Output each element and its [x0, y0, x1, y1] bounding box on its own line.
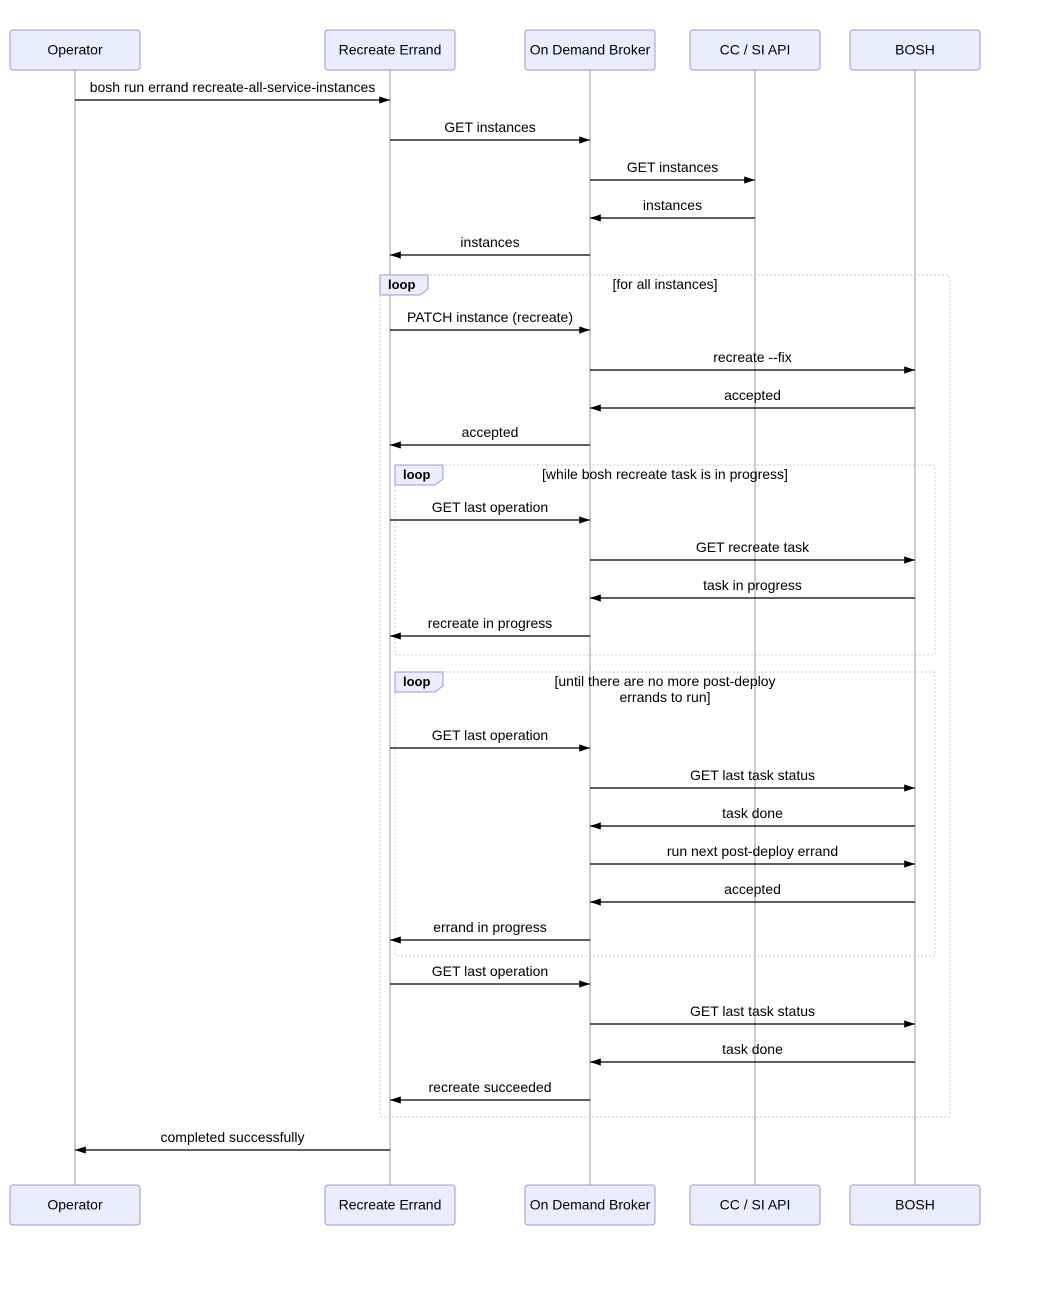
loop-frame-2 — [395, 672, 935, 956]
loop-label-1: loop — [403, 467, 430, 482]
message-label-21: task done — [722, 1041, 783, 1057]
participant-label-bosh: BOSH — [895, 42, 935, 58]
message-label-23: completed successfully — [161, 1129, 305, 1145]
participant-label-operator: Operator — [47, 1197, 103, 1213]
message-label-15: task done — [722, 805, 783, 821]
participant-label-errand: Recreate Errand — [339, 1197, 442, 1213]
message-label-12: recreate in progress — [428, 615, 553, 631]
loop-condition-2-0: [until there are no more post-deploy — [554, 673, 775, 689]
message-label-22: recreate succeeded — [429, 1079, 552, 1095]
message-label-2: GET instances — [627, 159, 719, 175]
participant-label-bosh: BOSH — [895, 1197, 935, 1213]
message-label-5: PATCH instance (recreate) — [407, 309, 573, 325]
message-label-3: instances — [643, 197, 702, 213]
loop-condition-1-0: [while bosh recreate task is in progress… — [542, 466, 788, 482]
message-label-17: accepted — [724, 881, 781, 897]
message-label-18: errand in progress — [433, 919, 547, 935]
message-label-7: accepted — [724, 387, 781, 403]
participant-label-broker: On Demand Broker — [530, 42, 651, 58]
message-label-6: recreate --fix — [713, 349, 792, 365]
message-label-4: instances — [460, 234, 519, 250]
message-label-10: GET recreate task — [696, 539, 810, 555]
sequence-diagram: loop [for all instances] loop [while bosh r… — [0, 0, 1056, 1290]
loop-label-0: loop — [388, 277, 415, 292]
message-label-19: GET last operation — [432, 963, 548, 979]
message-label-20: GET last task status — [690, 1003, 815, 1019]
message-label-11: task in progress — [703, 577, 802, 593]
message-label-14: GET last task status — [690, 767, 815, 783]
loop-condition-0-0: [for all instances] — [612, 276, 717, 292]
message-label-9: GET last operation — [432, 499, 548, 515]
participant-label-broker: On Demand Broker — [530, 1197, 651, 1213]
participant-label-operator: Operator — [47, 42, 103, 58]
message-label-0: bosh run errand recreate-all-service-ins… — [90, 79, 376, 95]
message-label-13: GET last operation — [432, 727, 548, 743]
loop-condition-2-1: errands to run] — [619, 689, 710, 705]
participant-label-cc: CC / SI API — [720, 42, 791, 58]
message-label-16: run next post-deploy errand — [667, 843, 838, 859]
message-label-8: accepted — [462, 424, 519, 440]
participant-label-errand: Recreate Errand — [339, 42, 442, 58]
message-label-1: GET instances — [444, 119, 536, 135]
loop-label-2: loop — [403, 674, 430, 689]
participant-label-cc: CC / SI API — [720, 1197, 791, 1213]
